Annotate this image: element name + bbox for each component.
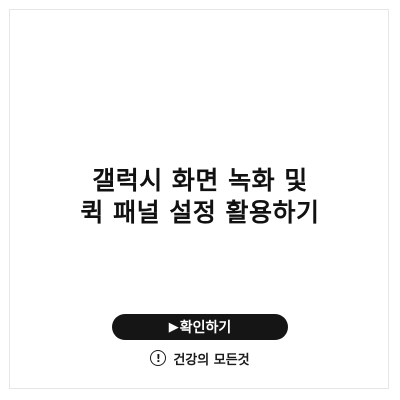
article-title: 갤럭시 화면 녹화 및 퀵 패널 설정 활용하기 <box>20 165 380 229</box>
footer-brand: ! 건강의 모든것 <box>0 347 400 369</box>
thumbnail-card: 갤럭시 화면 녹화 및 퀵 패널 설정 활용하기 ▶ 확인하기 ! 건강의 모든… <box>0 0 400 400</box>
brand-name: 건강의 모든것 <box>173 352 250 368</box>
title-line-1: 갤럭시 화면 녹화 및 <box>92 166 308 195</box>
title-line-2: 퀵 패널 설정 활용하기 <box>80 198 320 227</box>
confirm-button-label: 확인하기 <box>179 320 232 336</box>
confirm-button[interactable]: ▶ 확인하기 <box>112 314 288 340</box>
exclamation-circle-icon: ! <box>150 350 167 366</box>
play-icon: ▶ <box>168 319 179 335</box>
